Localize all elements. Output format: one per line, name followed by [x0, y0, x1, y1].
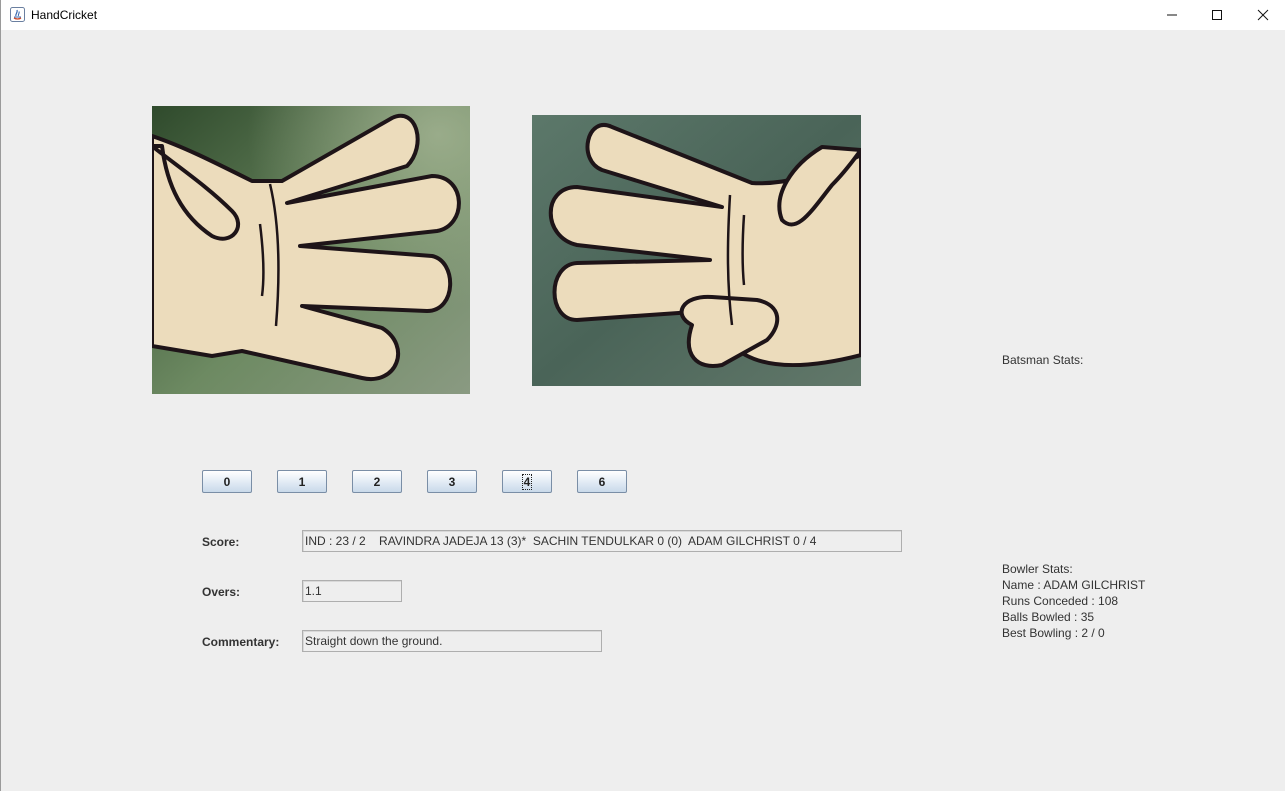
close-button[interactable]: [1240, 0, 1285, 30]
java-app-icon: [10, 7, 25, 22]
run-button-label: 2: [373, 474, 381, 489]
overs-label: Overs:: [202, 585, 241, 599]
run-button-label: 3: [448, 474, 456, 489]
run-button-3[interactable]: 3: [427, 470, 477, 493]
run-button-6[interactable]: 6: [577, 470, 627, 493]
maximize-icon: [1212, 10, 1222, 20]
bowler-stats-runs-conceded: Runs Conceded : 108: [1002, 594, 1119, 608]
run-button-1[interactable]: 1: [277, 470, 327, 493]
bowler-stats-best-bowling: Best Bowling : 2 / 0: [1002, 626, 1105, 640]
commentary-field[interactable]: Straight down the ground.: [302, 630, 602, 652]
run-button-4[interactable]: 4: [502, 470, 552, 493]
overs-field[interactable]: 1.1: [302, 580, 402, 602]
bowler-stats-title: Bowler Stats:: [1002, 562, 1073, 576]
maximize-button[interactable]: [1194, 0, 1240, 30]
title-bar[interactable]: HandCricket: [1, 0, 1285, 30]
score-field[interactable]: IND : 23 / 2 RAVINDRA JADEJA 13 (3)* SAC…: [302, 530, 902, 552]
commentary-label: Commentary:: [202, 635, 280, 649]
run-button-label: 0: [223, 474, 231, 489]
batsman-stats-panel: Batsman Stats:: [1002, 352, 1083, 368]
bowler-stats-balls-bowled: Balls Bowled : 35: [1002, 610, 1095, 624]
window-title: HandCricket: [31, 8, 98, 22]
bowler-stats-name: Name : ADAM GILCHRIST: [1002, 578, 1146, 592]
close-icon: [1257, 9, 1269, 21]
player-hand-image: [152, 106, 470, 394]
minimize-icon: [1167, 14, 1177, 16]
app-window: HandCricket 0 1 2 3 4 6 Score: IND: 23 …: [0, 0, 1285, 791]
run-button-0[interactable]: 0: [202, 470, 252, 493]
minimize-button[interactable]: [1149, 0, 1195, 30]
run-button-label: 4: [521, 473, 533, 490]
run-button-2[interactable]: 2: [352, 470, 402, 493]
score-label: Score:: [202, 535, 240, 549]
computer-hand-image: [532, 115, 861, 386]
run-button-label: 6: [598, 474, 606, 489]
run-button-label: 1: [298, 474, 306, 489]
bowler-stats-panel: Bowler Stats: Name : ADAM GILCHRIST Runs…: [1002, 561, 1145, 641]
batsman-stats-title: Batsman Stats:: [1002, 353, 1084, 367]
main-panel: 0 1 2 3 4 6 Score: IND : 23 / 2 RAVINDRA JADE…: [2, 30, 1285, 791]
